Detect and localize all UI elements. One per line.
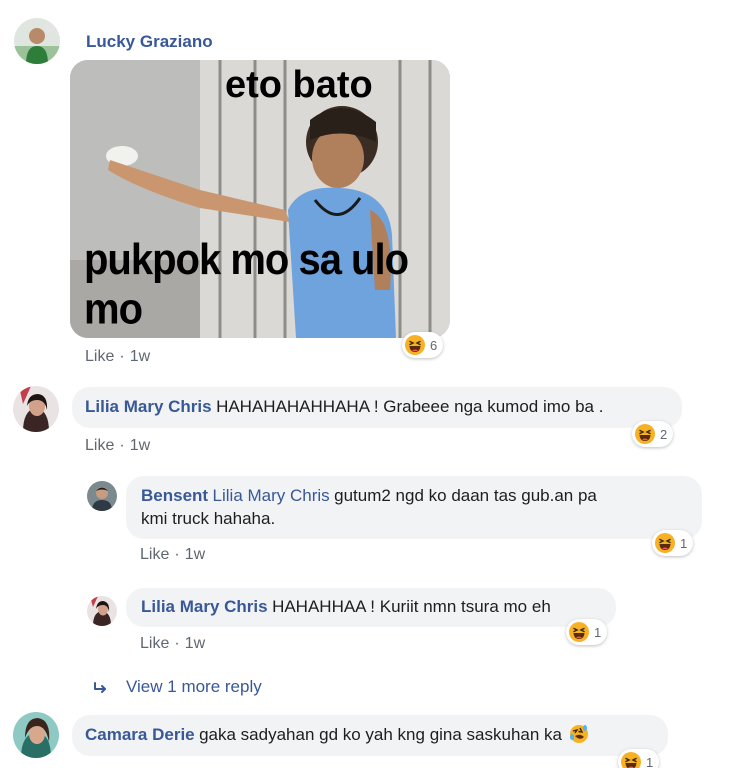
meme-caption-bottom: pukpok mo sa ulo mo xyxy=(84,235,409,334)
comment-time[interactable]: 1w xyxy=(130,348,150,365)
haha-emoji-icon xyxy=(621,752,641,768)
reaction-summary[interactable]: 1 xyxy=(652,530,694,556)
comment-text: gaka sadyahan gd ko yah kng gina saskuha… xyxy=(199,725,563,744)
comment-bubble: Camara Derie gaka sadyahan gd ko yah kng… xyxy=(72,715,668,756)
reaction-count: 1 xyxy=(594,624,602,640)
reaction-count: 1 xyxy=(646,754,654,768)
haha-emoji-icon xyxy=(655,533,675,553)
like-button[interactable]: Like xyxy=(140,546,169,563)
separator-dot: · xyxy=(119,348,125,365)
haha-emoji-icon xyxy=(635,424,655,444)
author-name[interactable]: Camara Derie xyxy=(85,725,195,744)
like-button[interactable]: Like xyxy=(140,635,169,652)
author-name[interactable]: Lilia Mary Chris xyxy=(141,597,268,616)
comment-time[interactable]: 1w xyxy=(130,437,150,454)
reaction-summary[interactable]: 6 xyxy=(402,332,444,358)
comment-actions: Like · 1w xyxy=(85,437,150,455)
separator-dot: · xyxy=(174,546,180,563)
reply-text-line-2: kmi truck hahaha. xyxy=(141,509,276,528)
comment-actions: Like · 1w xyxy=(85,348,150,366)
reaction-summary[interactable]: 2 xyxy=(632,421,674,447)
comment-image[interactable]: eto bato pukpok mo sa ulo mo xyxy=(70,60,450,338)
author-name[interactable]: Lucky Graziano xyxy=(86,32,213,51)
author-name[interactable]: Bensent xyxy=(141,486,208,505)
avatar[interactable] xyxy=(87,481,117,511)
avatar[interactable] xyxy=(14,18,60,64)
view-more-replies-link[interactable]: View 1 more reply xyxy=(92,677,262,697)
comment-author[interactable]: Lucky Graziano xyxy=(86,32,213,52)
rofl-emoji-icon xyxy=(569,724,589,744)
reaction-summary[interactable]: 1 xyxy=(566,619,608,645)
reply-arrow-icon xyxy=(94,682,106,693)
reply-text: HAHAHHAA ! Kuriit nmn tsura mo eh xyxy=(272,597,551,616)
reply-bubble: Lilia Mary Chris HAHAHHAA ! Kuriit nmn t… xyxy=(126,588,616,627)
avatar[interactable] xyxy=(13,386,59,432)
reply-text-line-1: gutum2 ngd ko daan tas gub.an pa xyxy=(334,486,597,505)
reply-time[interactable]: 1w xyxy=(185,546,205,563)
author-name[interactable]: Lilia Mary Chris xyxy=(85,397,212,416)
comment-bubble: Lilia Mary Chris HAHAHAHAHHAHA ! Grabeee… xyxy=(72,387,682,428)
avatar[interactable] xyxy=(87,596,117,626)
mention-link[interactable]: Lilia Mary Chris xyxy=(213,486,330,505)
reply-bubble: Bensent Lilia Mary Chris gutum2 ngd ko d… xyxy=(126,476,702,539)
reply-time[interactable]: 1w xyxy=(185,635,205,652)
meme-caption-top: eto bato xyxy=(225,64,373,106)
like-button[interactable]: Like xyxy=(85,437,114,454)
view-more-label[interactable]: View 1 more reply xyxy=(126,677,262,697)
reply-actions: Like · 1w xyxy=(140,635,205,653)
haha-emoji-icon xyxy=(405,335,425,355)
reaction-summary[interactable]: 1 xyxy=(618,749,660,768)
reaction-count: 2 xyxy=(660,426,668,442)
reaction-count: 1 xyxy=(680,535,688,551)
reaction-count: 6 xyxy=(430,337,438,353)
separator-dot: · xyxy=(174,635,180,652)
reply-actions: Like · 1w xyxy=(140,546,205,564)
avatar[interactable] xyxy=(13,712,59,758)
comment-text: HAHAHAHAHHAHA ! Grabeee nga kumod imo ba… xyxy=(216,397,604,416)
separator-dot: · xyxy=(119,437,125,454)
like-button[interactable]: Like xyxy=(85,348,114,365)
haha-emoji-icon xyxy=(569,622,589,642)
